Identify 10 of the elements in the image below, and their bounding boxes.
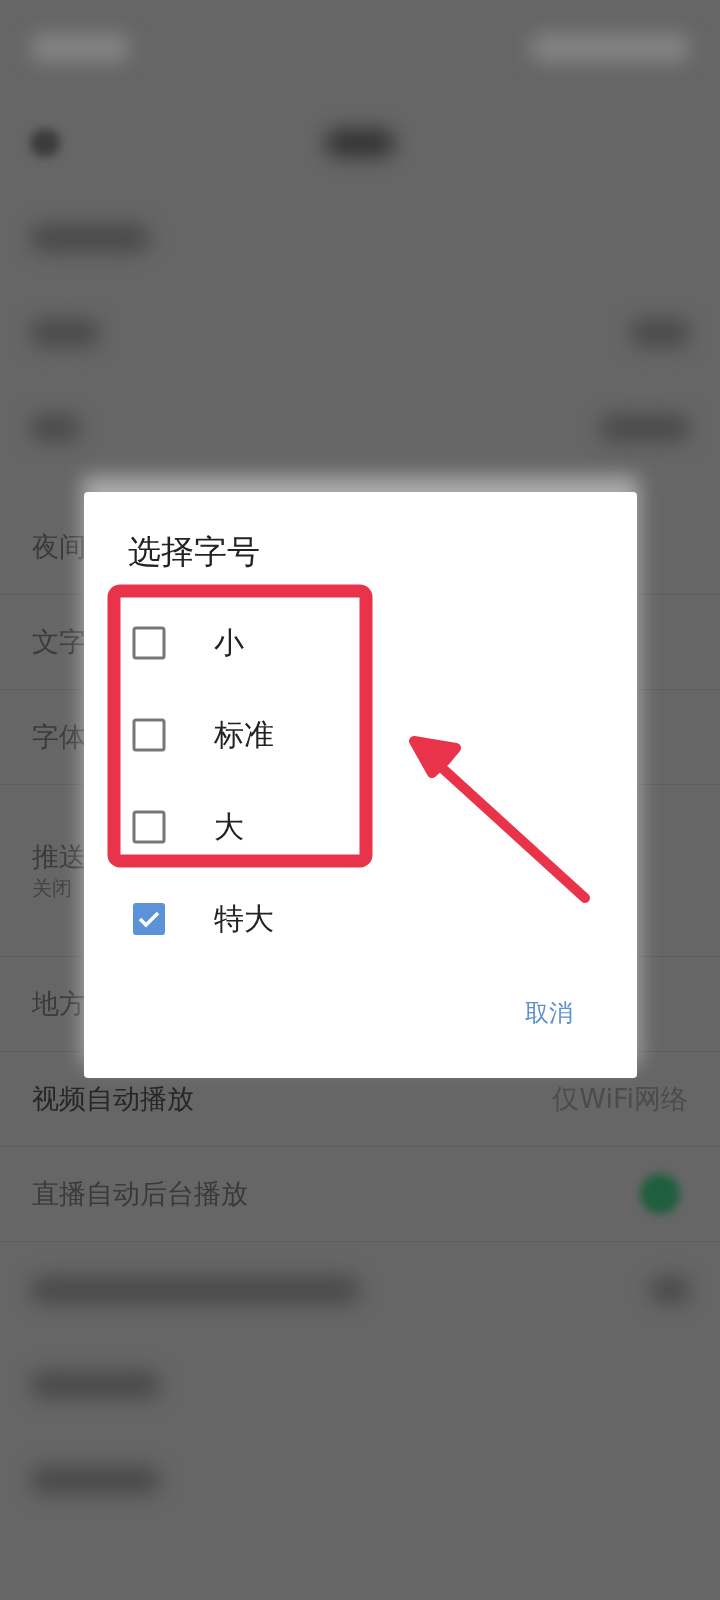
dialog-title: 选择字号 — [128, 531, 260, 573]
checkbox[interactable] — [132, 810, 166, 844]
checkbox[interactable] — [132, 626, 166, 660]
option[interactable]: 标准 — [128, 689, 274, 781]
option[interactable]: 大 — [128, 781, 244, 873]
option[interactable]: 小 — [128, 597, 244, 689]
option[interactable]: 特大 — [128, 873, 274, 965]
setting-label: 视频自动播放 — [32, 1082, 194, 1116]
checkbox[interactable] — [132, 902, 166, 936]
checkbox[interactable] — [132, 718, 166, 752]
